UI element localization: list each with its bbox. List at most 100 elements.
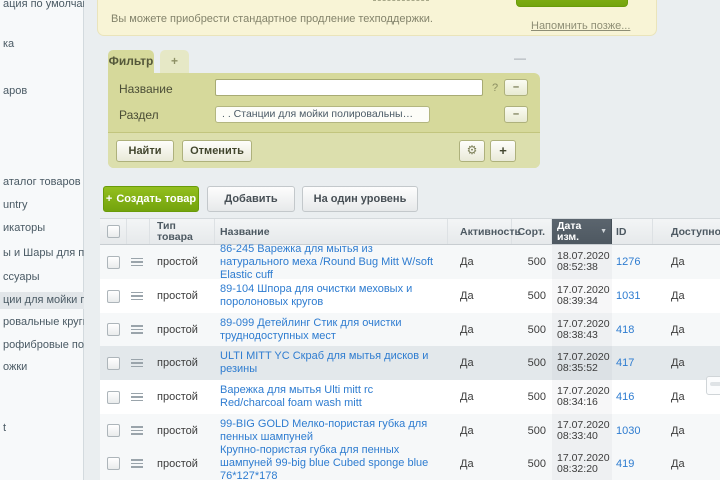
- cell-sort: 500: [527, 323, 546, 336]
- up-one-level-button[interactable]: На один уровень вверх: [302, 186, 418, 229]
- cell-active: Да: [460, 256, 474, 268]
- table-row: простой Крупно-пористая губка для пенных…: [100, 444, 720, 480]
- filter-footer: Найти Отменить ⚙ +: [108, 132, 540, 168]
- cell-availability: Да: [671, 457, 685, 470]
- sidebar-item-accessories[interactable]: ссуары: [0, 269, 84, 286]
- table-row-highlighted: простой ULTI MITT YC Скраб для мытья дис…: [100, 346, 720, 380]
- cell-sort: 500: [527, 391, 546, 403]
- col-active[interactable]: Активность: [448, 219, 521, 244]
- table-row: простой 89-104 Шпора для очистки меховых…: [100, 279, 720, 313]
- sidebar-item-defaults[interactable]: ация по умолчани: [0, 0, 84, 13]
- cell-active: Да: [460, 323, 474, 336]
- row-menu-icon[interactable]: [131, 357, 143, 370]
- row-menu-icon[interactable]: [131, 424, 143, 437]
- support-notification-bar: Вы можете приобрести стандартное продлен…: [97, 0, 657, 36]
- cell-availability: Да: [671, 290, 685, 302]
- sidebar-item-2[interactable]: аров: [0, 83, 84, 100]
- remind-later-link[interactable]: Напомнить позже...: [531, 20, 630, 32]
- gear-icon: ⚙: [466, 143, 478, 157]
- filter-collapse-icon[interactable]: —: [514, 52, 526, 64]
- filter-name-hint[interactable]: ?: [492, 82, 498, 94]
- select-all-cell: [100, 219, 127, 244]
- filter-section-label: Раздел: [119, 108, 159, 122]
- col-name[interactable]: Название: [215, 219, 448, 244]
- sidebar-item-catalog[interactable]: аталог товаров: [0, 174, 84, 191]
- cell-date: 17.07.2020 08:38:43: [552, 313, 612, 346]
- cell-sort: 500: [527, 357, 546, 369]
- add-section-button[interactable]: Добавить раздел: [207, 186, 295, 229]
- create-product-label: Создать товар: [116, 193, 197, 205]
- products-table: Тип товара Название Активность Сорт. Дата…: [100, 218, 720, 480]
- filter-settings-button[interactable]: ⚙: [459, 140, 485, 162]
- cell-type: простой: [157, 256, 198, 268]
- sidebar-item-country[interactable]: untry: [0, 197, 84, 214]
- row-menu-icon[interactable]: [131, 290, 143, 303]
- plus-icon: +: [105, 193, 113, 205]
- table-row: простой 89-099 Детейлинг Стик для очистк…: [100, 313, 720, 346]
- create-product-button[interactable]: + Создать товар: [103, 186, 199, 212]
- filter-name-input[interactable]: [215, 79, 483, 96]
- col-date-modified-sorted[interactable]: Дата изм. ▼: [552, 219, 612, 244]
- row-checkbox[interactable]: [107, 390, 120, 404]
- remove-name-filter-button[interactable]: –: [504, 79, 528, 96]
- row-checkbox[interactable]: [107, 457, 120, 470]
- notification-text: Вы можете приобрести стандартное продлен…: [111, 13, 433, 25]
- cell-type: простой: [157, 290, 198, 302]
- col-type[interactable]: Тип товара: [150, 219, 215, 244]
- cell-id: 418: [616, 323, 635, 336]
- cell-date: 17.07.2020 08:33:40: [552, 414, 612, 447]
- sidebar-item-microfiber[interactable]: рофибровые полотенц: [0, 337, 84, 354]
- find-button[interactable]: Найти: [116, 140, 174, 162]
- edge-popup-fragment: [706, 376, 720, 395]
- select-all-checkbox[interactable]: [107, 225, 120, 238]
- table-row: простой 99-BIG GOLD Мелко-пористая губка…: [100, 414, 720, 447]
- cell-sort: 500: [527, 424, 546, 437]
- sidebar-item-1[interactable]: ка: [0, 36, 84, 53]
- product-name-link[interactable]: Варежка для мытья Ulti mitt rc Red/charc…: [220, 384, 440, 410]
- product-name-link[interactable]: 99-BIG GOLD Мелко-пористая губка для пен…: [220, 418, 440, 444]
- row-menu-icon[interactable]: [131, 323, 143, 336]
- row-checkbox[interactable]: [107, 424, 120, 437]
- cell-active: Да: [460, 391, 474, 403]
- sidebar-item-polish-pads[interactable]: ровальные круги: [0, 314, 84, 331]
- menu-header-cell: [127, 219, 150, 244]
- cell-type: простой: [157, 424, 198, 437]
- add-filter-field-button[interactable]: +: [490, 140, 516, 162]
- row-menu-icon[interactable]: [131, 391, 143, 404]
- col-sort[interactable]: Сорт.: [512, 219, 552, 244]
- cell-availability: Да: [671, 424, 685, 437]
- product-name-link[interactable]: 89-099 Детейлинг Стик для очистки трудно…: [220, 317, 440, 343]
- product-name-link[interactable]: 89-104 Шпора для очистки меховых и порол…: [220, 283, 440, 309]
- product-name-link[interactable]: Крупно-пористая губка для пенных шампуне…: [220, 444, 440, 480]
- cell-availability: Да: [671, 256, 685, 268]
- filter-section-select[interactable]: . . Станции для мойки полировальны…: [215, 106, 430, 123]
- prolong-support-button[interactable]: [516, 0, 628, 7]
- cell-id: 419: [616, 457, 635, 470]
- sidebar-item-balls-polish[interactable]: ы и Шары для полир: [0, 245, 84, 262]
- cell-date: 17.07.2020 08:32:20: [552, 447, 612, 480]
- sidebar-item-12[interactable]: t: [0, 420, 84, 437]
- row-checkbox[interactable]: [107, 255, 120, 269]
- row-menu-icon[interactable]: [131, 457, 143, 470]
- add-filter-tab[interactable]: +: [160, 50, 189, 73]
- sidebar-item-wash-stations[interactable]: ции для мойки полиро: [0, 292, 84, 309]
- col-availability[interactable]: Доступность: [653, 219, 720, 244]
- sidebar-item-11[interactable]: ожки: [0, 359, 84, 376]
- cell-type: простой: [157, 457, 198, 470]
- remove-section-filter-button[interactable]: –: [504, 106, 528, 123]
- sidebar-item-applicators[interactable]: икаторы: [0, 220, 84, 237]
- cell-date: 17.07.2020 08:39:34: [552, 279, 612, 313]
- cell-id: 1276: [616, 256, 641, 268]
- product-name-link[interactable]: 86-245 Варежка для мытья из натурального…: [220, 243, 440, 282]
- cell-type: простой: [157, 323, 198, 336]
- row-checkbox[interactable]: [107, 289, 120, 303]
- product-name-link[interactable]: ULTI MITT YC Скраб для мытья дисков и ре…: [220, 350, 440, 376]
- row-menu-icon[interactable]: [131, 256, 143, 269]
- row-checkbox[interactable]: [107, 356, 120, 370]
- table-row: простой 86-245 Варежка для мытья из нату…: [100, 243, 720, 282]
- cancel-button[interactable]: Отменить: [182, 140, 252, 162]
- table-header-row: Тип товара Название Активность Сорт. Дата…: [100, 218, 720, 245]
- row-checkbox[interactable]: [107, 323, 120, 336]
- col-id[interactable]: ID: [612, 219, 653, 244]
- tab-filter[interactable]: Фильтр: [108, 50, 154, 73]
